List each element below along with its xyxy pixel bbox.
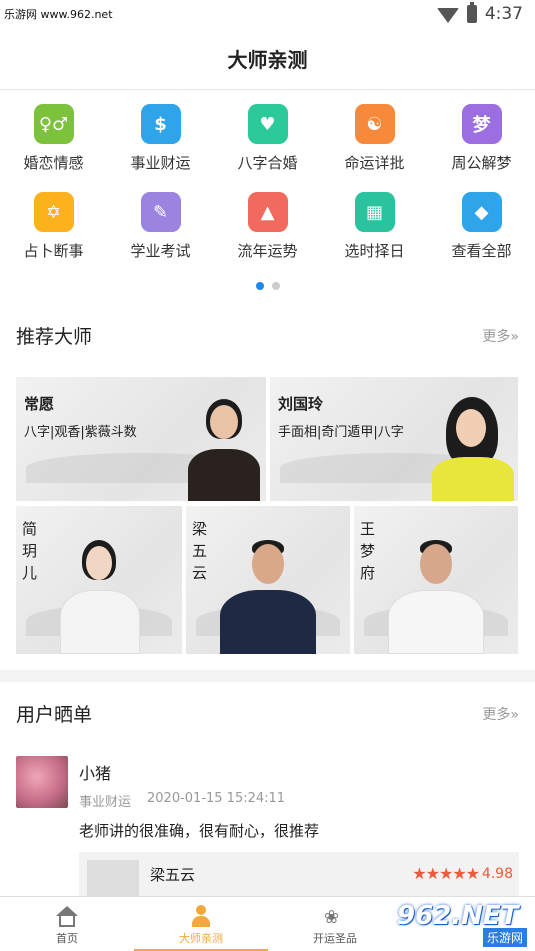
master-name: 王梦府 [360, 520, 376, 582]
tab-lucky-items[interactable]: ❀ 开运圣品 [268, 897, 402, 951]
recommended-masters-section: 推荐大师 更多» 常愿 八字|观香|紫薇斗数 刘国玲 手面相|奇门遁甲|八字 简… [0, 304, 535, 670]
category-marriage[interactable]: ♥ 八字合婚 [214, 90, 321, 174]
bottom-tab-bar: 首页 大师亲测 ❀ 开运圣品 962.NET 乐游网 [0, 896, 535, 951]
review-category: 事业财运 [79, 795, 132, 810]
lotus-icon: ❀ [324, 907, 340, 928]
review-text: 老师讲的很准确，很有耐心，很推荐 [79, 822, 320, 840]
marriage-icon: ♥ [247, 104, 288, 144]
category-love[interactable]: ♀♂ 婚恋情感 [0, 90, 107, 174]
category-date[interactable]: ▦ 选时择日 [321, 178, 428, 262]
title-bar: 大师亲测 [0, 28, 535, 90]
battery-icon [466, 2, 477, 23]
category-label: 周公解梦 [451, 154, 512, 172]
rating-stars-icon: ★★★★★ [412, 864, 480, 883]
master-icon [190, 905, 212, 927]
wifi-icon [436, 7, 459, 23]
section-header: 用户晒单 更多» [0, 682, 535, 740]
category-study[interactable]: ✎ 学业考试 [107, 178, 214, 262]
reviewer-name: 小猪 [79, 764, 112, 783]
status-icons: 4:37 [436, 2, 523, 24]
trend-icon: ▲ [247, 192, 288, 232]
avatar [16, 756, 68, 808]
page-dot-active[interactable] [255, 282, 264, 290]
status-bar: 乐游网 www.962.net 4:37 [0, 0, 535, 28]
master-desc: 手面相|奇门遁甲|八字 [278, 425, 404, 440]
study-icon: ✎ [140, 192, 181, 232]
master-photo [60, 532, 140, 654]
divination-icon: ✡ [33, 192, 74, 232]
section-title: 推荐大师 [16, 326, 93, 348]
master-card-jianyueer[interactable]: 简玥儿 [16, 506, 182, 654]
more-link[interactable]: 更多» [482, 326, 519, 346]
section-header: 推荐大师 更多» [0, 304, 535, 362]
watermark-logo: 962.NET 乐游网 [397, 901, 527, 947]
category-label: 查看全部 [451, 242, 512, 260]
category-label: 命运详批 [344, 154, 405, 172]
tab-home[interactable]: 首页 [0, 897, 134, 951]
tab-label: 开运圣品 [313, 932, 357, 945]
category-grid: ♀♂ 婚恋情感 $ 事业财运 ♥ 八字合婚 ☯ 命运详批 梦 周公解梦 ✡ 占卜… [0, 90, 535, 304]
tab-master-test[interactable]: 大师亲测 [134, 897, 268, 951]
review-time: 2020-01-15 15:24:11 [147, 791, 286, 806]
master-desc: 八字|观香|紫薇斗数 [24, 425, 137, 440]
master-photo [388, 536, 484, 654]
category-label: 婚恋情感 [23, 154, 84, 172]
page-title: 大师亲测 [227, 48, 308, 72]
master-name: 简玥儿 [22, 520, 38, 582]
master-photo [220, 536, 316, 654]
watermark-subtext: 乐游网 [482, 928, 527, 947]
category-dream[interactable]: 梦 周公解梦 [428, 90, 535, 174]
master-card-liuguoling[interactable]: 刘国玲 手面相|奇门遁甲|八字 [270, 377, 518, 501]
master-name: 常愿 [24, 395, 55, 413]
category-yearly[interactable]: ▲ 流年运势 [214, 178, 321, 262]
tab-label: 大师亲测 [179, 932, 223, 945]
more-link[interactable]: 更多» [482, 704, 519, 724]
home-icon [56, 905, 78, 927]
master-card-changyuan[interactable]: 常愿 八字|观香|紫薇斗数 [16, 377, 266, 501]
master-photo [188, 391, 260, 501]
tab-label: 首页 [56, 932, 78, 945]
category-label: 事业财运 [130, 154, 191, 172]
user-reviews-section: 用户晒单 更多» 小猪 事业财运 2020-01-15 15:24:11 老师讲… [0, 682, 535, 912]
master-photo [432, 395, 514, 501]
master-name: 梁五云 [192, 520, 208, 582]
category-fate[interactable]: ☯ 命运详批 [321, 90, 428, 174]
master-card-wangmengfu[interactable]: 王梦府 [354, 506, 518, 654]
category-label: 八字合婚 [237, 154, 298, 172]
page-indicator [0, 282, 535, 290]
master-card-liangwuyun[interactable]: 梁五云 [186, 506, 350, 654]
rating-score: 4.98 [481, 866, 513, 882]
category-career[interactable]: $ 事业财运 [107, 90, 214, 174]
watermark-text: 962.NET [397, 901, 519, 931]
master-name: 刘国玲 [278, 395, 324, 413]
category-label: 流年运势 [237, 242, 298, 260]
category-label: 占卜断事 [23, 242, 84, 260]
dream-icon: 梦 [461, 104, 502, 144]
section-title: 用户晒单 [16, 704, 93, 726]
clock: 4:37 [484, 4, 523, 24]
category-label: 选时择日 [344, 242, 405, 260]
page-dot[interactable] [271, 282, 280, 290]
category-all[interactable]: ◆ 查看全部 [428, 178, 535, 262]
yinyang-icon: ☯ [354, 104, 395, 144]
love-icon: ♀♂ [33, 104, 74, 144]
category-label: 学业考试 [130, 242, 191, 260]
top-watermark: 乐游网 www.962.net [4, 8, 113, 21]
reviewed-master-name: 梁五云 [150, 866, 196, 884]
calendar-icon: ▦ [354, 192, 395, 232]
category-divination[interactable]: ✡ 占卜断事 [0, 178, 107, 262]
grid-icon: ◆ [461, 192, 502, 232]
money-icon: $ [140, 104, 181, 144]
